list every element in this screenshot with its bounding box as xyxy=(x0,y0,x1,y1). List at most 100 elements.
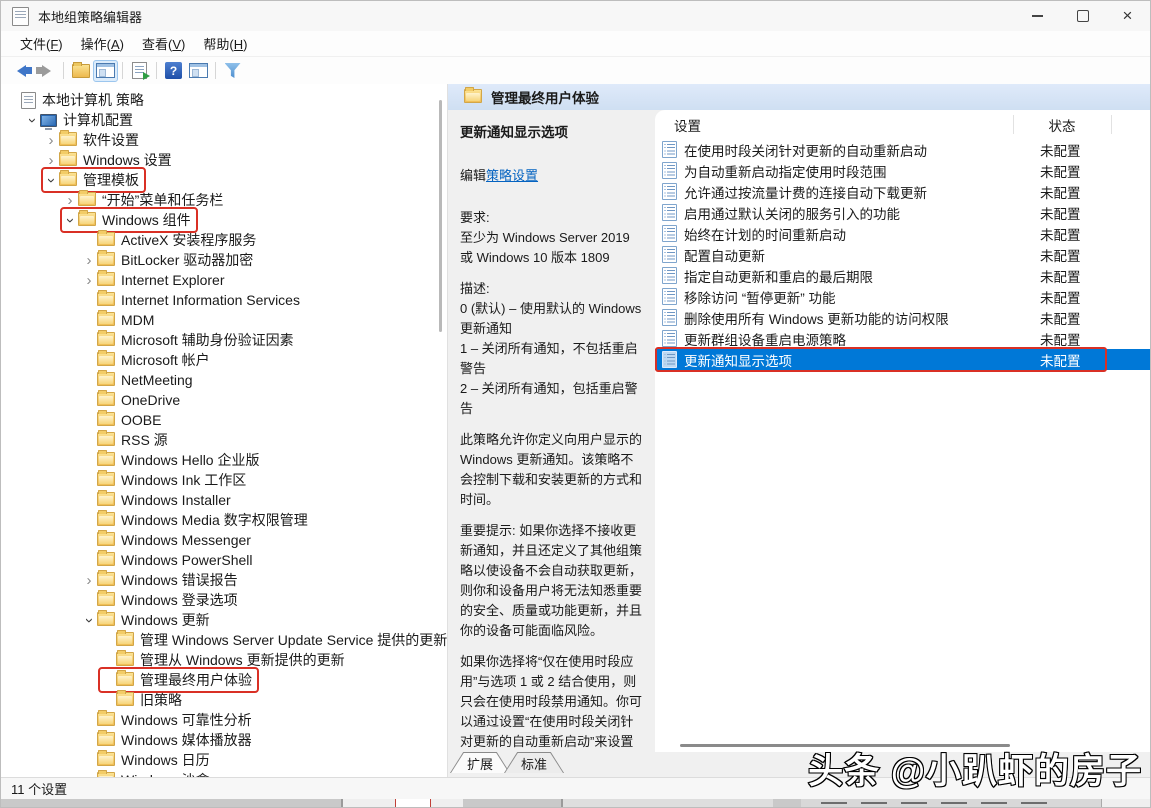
tree-item[interactable]: Windows Media 数字权限管理 xyxy=(1,510,447,530)
tree-item[interactable]: Windows 错误报告 xyxy=(1,570,447,590)
tree-item[interactable]: “开始”菜单和任务栏 xyxy=(1,190,447,210)
tree-item[interactable]: Windows Hello 企业版 xyxy=(1,450,447,470)
column-header-setting[interactable]: 设置 xyxy=(674,115,701,135)
tree-item[interactable]: 管理最终用户体验 xyxy=(1,667,447,693)
tree-item[interactable]: Windows 设置 xyxy=(1,150,447,170)
action-pane-icon[interactable] xyxy=(186,60,211,82)
tree-item[interactable]: Microsoft 帐户 xyxy=(1,350,447,370)
tree-item[interactable]: Windows PowerShell xyxy=(1,550,447,570)
toolbar: ? xyxy=(1,57,1150,85)
tree-item[interactable]: Windows 可靠性分析 xyxy=(1,710,447,730)
settings-row[interactable]: 始终在计划的时间重新启动 未配置 xyxy=(655,223,1150,244)
tree-item[interactable]: 管理从 Windows 更新提供的更新 xyxy=(1,650,447,670)
tree-item[interactable]: Internet Explorer xyxy=(1,270,447,290)
tree-item[interactable]: 管理模板 xyxy=(1,167,447,193)
tree-item[interactable]: OOBE xyxy=(1,410,447,430)
tree-item[interactable]: Windows 沙盒 xyxy=(1,770,447,777)
policy-setting-icon xyxy=(662,246,677,263)
setting-name: 删除使用所有 Windows 更新功能的访问权限 xyxy=(684,311,949,327)
filter-icon[interactable] xyxy=(220,60,245,82)
tree-item[interactable]: RSS 源 xyxy=(1,430,447,450)
tree-item[interactable]: 软件设置 xyxy=(1,130,447,150)
tree-node-icon xyxy=(97,470,115,486)
chevron-icon[interactable] xyxy=(43,133,59,148)
tree-item[interactable]: Internet Information Services xyxy=(1,290,447,310)
chevron-icon[interactable] xyxy=(81,273,97,288)
tree-item-label: 管理 Windows Server Update Service 提供的更新 xyxy=(140,632,448,648)
setting-name: 为自动重新启动指定使用时段范围 xyxy=(684,164,887,180)
tree-item[interactable]: Microsoft 辅助身份验证因素 xyxy=(1,330,447,350)
tree-item[interactable]: 计算机配置 xyxy=(1,110,447,130)
forward-arrow-icon[interactable] xyxy=(34,60,59,82)
tree-item[interactable]: 旧策略 xyxy=(1,690,447,710)
chevron-icon[interactable] xyxy=(81,253,97,268)
tree-item[interactable]: Windows 组件 xyxy=(1,207,447,233)
tree-item[interactable]: OneDrive xyxy=(1,390,447,410)
view-tab[interactable]: 扩展 xyxy=(450,752,511,773)
settings-row[interactable]: 配置自动更新 未配置 xyxy=(655,244,1150,265)
chevron-icon[interactable] xyxy=(43,153,59,168)
settings-row[interactable]: 更新通知显示选项 未配置 xyxy=(655,347,1150,372)
chevron-icon[interactable] xyxy=(62,213,78,228)
menu-item[interactable]: 查看(V) xyxy=(133,31,194,56)
setting-name: 移除访问 “暂停更新” 功能 xyxy=(684,290,836,306)
menu-item[interactable]: 帮助(H) xyxy=(194,31,256,56)
tree-item[interactable]: MDM xyxy=(1,310,447,330)
list-header: 设置 状态 xyxy=(655,110,1150,139)
settings-list-pane: 设置 状态 在使用时段关闭针对更新的自动重新启动 未配置 为自动重新启动指定使用… xyxy=(655,110,1150,752)
maximize-button[interactable] xyxy=(1060,1,1105,31)
settings-row[interactable]: 启用通过默认关闭的服务引入的功能 未配置 xyxy=(655,202,1150,223)
settings-row[interactable]: 在使用时段关闭针对更新的自动重新启动 未配置 xyxy=(655,139,1150,160)
setting-status: 未配置 xyxy=(1040,227,1081,243)
tree-item[interactable]: ActiveX 安装程序服务 xyxy=(1,230,447,250)
tree-item[interactable]: 管理 Windows Server Update Service 提供的更新 xyxy=(1,630,447,650)
tree-item[interactable]: Windows 更新 xyxy=(1,610,447,630)
column-header-status[interactable]: 状态 xyxy=(1013,115,1111,135)
settings-row[interactable]: 指定自动更新和重启的最后期限 未配置 xyxy=(655,265,1150,286)
tree-item[interactable]: Windows Messenger xyxy=(1,530,447,550)
tree-item[interactable]: Windows Ink 工作区 xyxy=(1,470,447,490)
settings-row[interactable]: 移除访问 “暂停更新” 功能 未配置 xyxy=(655,286,1150,307)
tree-node-icon xyxy=(97,450,115,466)
tree-item[interactable]: 本地计算机 策略 xyxy=(1,90,447,110)
tree-node-icon xyxy=(97,370,115,386)
chevron-icon[interactable] xyxy=(24,113,40,128)
chevron-icon[interactable] xyxy=(43,173,59,188)
tree-node-icon xyxy=(97,750,115,766)
chevron-icon[interactable] xyxy=(62,193,78,208)
tree-item[interactable]: Windows 媒体播放器 xyxy=(1,730,447,750)
edit-policy-setting-link[interactable]: 策略设置 xyxy=(486,168,538,183)
close-button[interactable]: × xyxy=(1105,1,1150,31)
console-window-icon[interactable] xyxy=(93,59,118,82)
minimize-button[interactable] xyxy=(1015,1,1060,31)
toolbar-separator xyxy=(122,62,123,79)
menu-item[interactable]: 操作(A) xyxy=(72,31,133,56)
settings-row[interactable]: 删除使用所有 Windows 更新功能的访问权限 未配置 xyxy=(655,307,1150,328)
scrollbar-thumb[interactable] xyxy=(680,744,1010,747)
description-paragraph xyxy=(460,419,645,430)
settings-row[interactable]: 更新群组设备重启电源策略 未配置 xyxy=(655,328,1150,349)
horizontal-scrollbar[interactable] xyxy=(655,740,1150,752)
tree-item-label: 旧策略 xyxy=(140,692,182,708)
help-icon[interactable]: ? xyxy=(161,60,186,82)
export-list-icon[interactable] xyxy=(127,60,152,82)
tree-item[interactable]: BitLocker 驱动器加密 xyxy=(1,250,447,270)
view-tab[interactable]: 标准 xyxy=(504,752,565,773)
settings-row[interactable]: 为自动重新启动指定使用时段范围 未配置 xyxy=(655,160,1150,181)
tree-node-icon xyxy=(78,190,96,206)
show-console-tree-folder-icon[interactable] xyxy=(68,60,93,82)
chevron-icon[interactable] xyxy=(81,573,97,588)
column-divider[interactable] xyxy=(1013,115,1014,134)
column-divider[interactable] xyxy=(1111,115,1112,134)
tree-item[interactable]: Windows Installer xyxy=(1,490,447,510)
tree-item-label: Windows 日历 xyxy=(121,752,210,768)
tree-item[interactable]: Windows 日历 xyxy=(1,750,447,770)
chevron-icon[interactable] xyxy=(81,613,97,628)
back-arrow-icon[interactable] xyxy=(9,60,34,82)
menu-item[interactable]: 文件(F) xyxy=(11,31,72,56)
tree-node-icon xyxy=(97,510,115,526)
tree-item-label: NetMeeting xyxy=(121,372,193,388)
tree-item[interactable]: Windows 登录选项 xyxy=(1,590,447,610)
tree-item[interactable]: NetMeeting xyxy=(1,370,447,390)
settings-row[interactable]: 允许通过按流量计费的连接自动下载更新 未配置 xyxy=(655,181,1150,202)
